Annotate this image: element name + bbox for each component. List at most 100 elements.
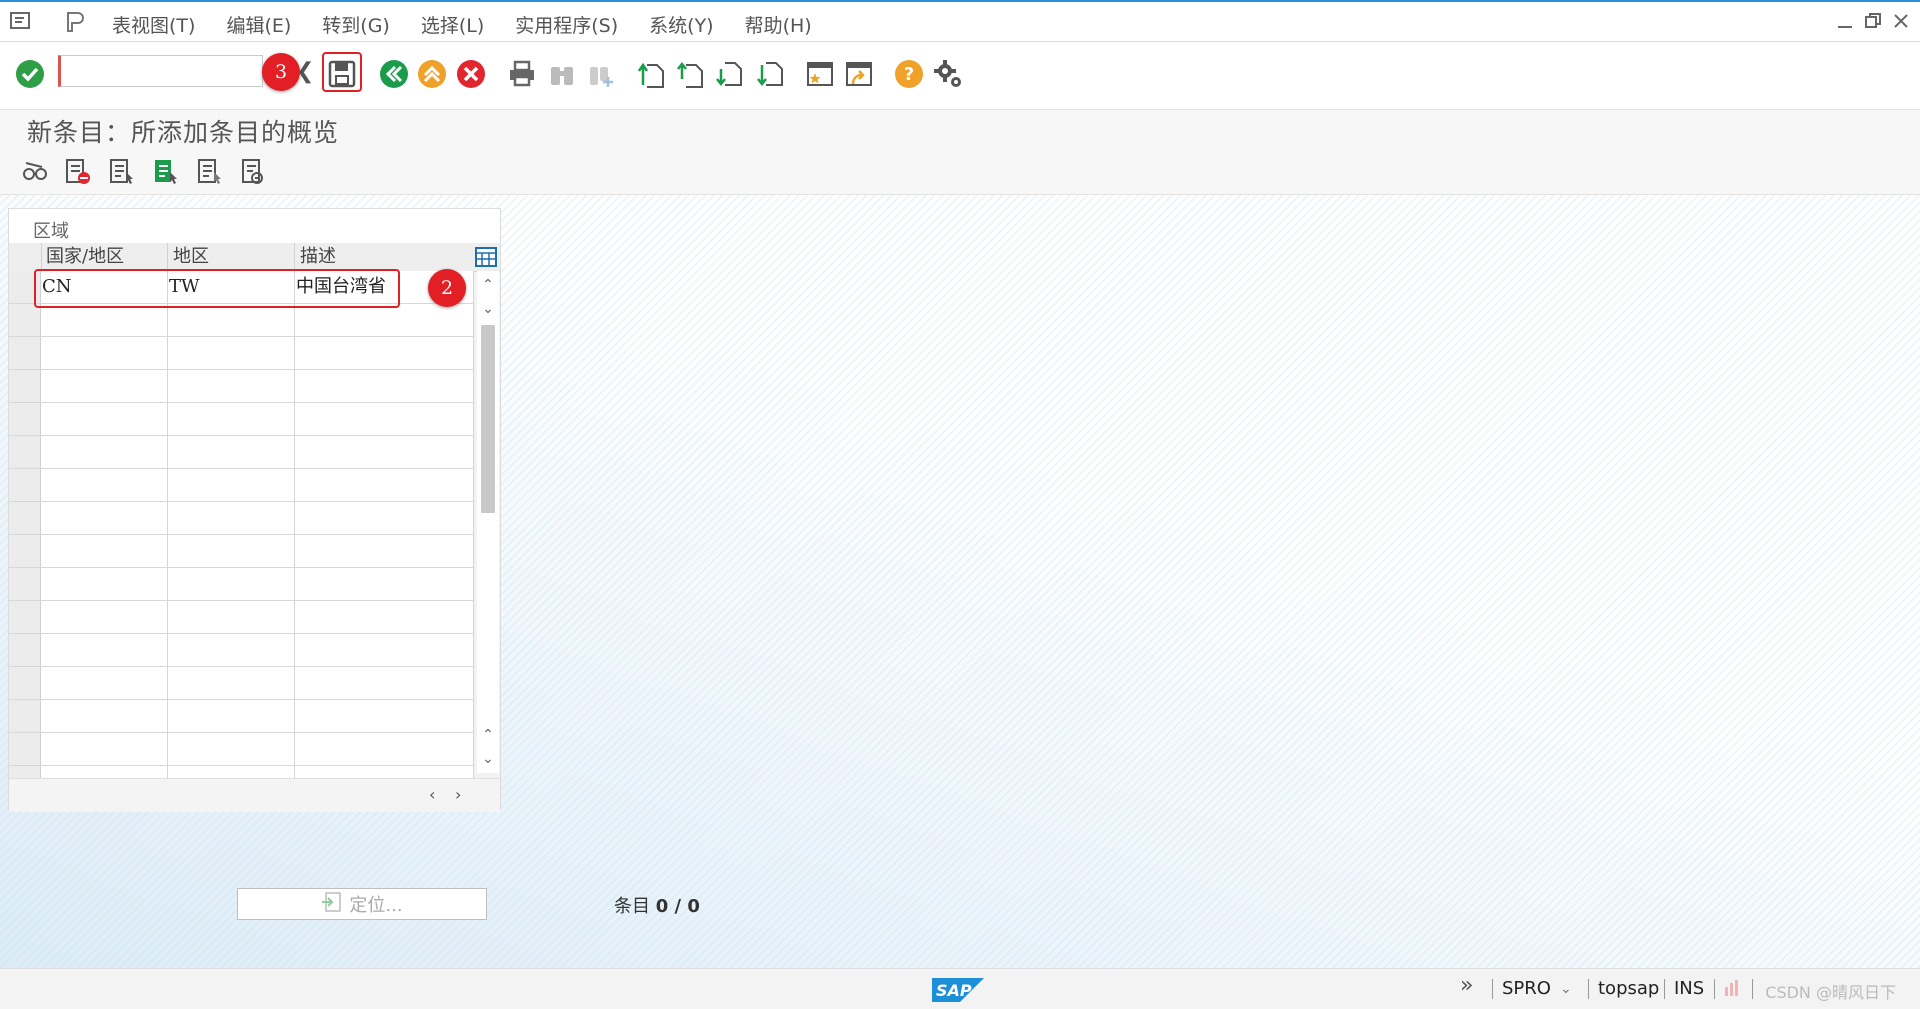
row-selector[interactable] [9,601,41,633]
insert-mode[interactable]: INS [1674,978,1704,999]
table-settings-icon[interactable] [475,246,497,268]
scroll-page-up-icon[interactable]: ⌃ [477,727,499,743]
row-selector[interactable] [9,304,41,336]
cell-description[interactable] [295,568,474,600]
row-selector[interactable] [9,667,41,699]
menu-table-view[interactable]: 表视图(T) [112,11,195,38]
menu-utilities[interactable]: 实用程序(S) [515,11,618,38]
menu-selection[interactable]: 选择(L) [421,11,484,38]
column-header-description[interactable]: 描述 [295,243,475,271]
cell-region[interactable] [168,700,295,732]
cell-region[interactable] [168,403,295,435]
scroll-left-icon[interactable]: ‹ [429,785,435,804]
last-page-icon[interactable] [753,58,785,90]
row-selector[interactable] [9,535,41,567]
next-page-icon[interactable] [714,58,746,90]
customize-layout-icon[interactable] [932,58,964,90]
scroll-down-icon[interactable]: ⌄ [477,301,499,317]
find-icon[interactable] [546,58,578,90]
cancel-icon[interactable] [455,58,487,90]
minimize-icon[interactable] [1836,12,1854,35]
display-change-icon[interactable] [20,157,50,187]
cell-country[interactable] [41,634,168,666]
help-icon[interactable]: ? [893,58,925,90]
row-selector[interactable] [9,337,41,369]
cell-region[interactable] [168,601,295,633]
cell-description[interactable] [295,403,474,435]
cell-description[interactable] [295,634,474,666]
menu-icon[interactable] [9,10,33,37]
vertical-scrollbar[interactable]: ⌃ ⌄ ⌃ ⌄ [477,271,499,773]
cell-region[interactable] [168,304,295,336]
create-session-icon[interactable] [804,58,836,90]
cell-region[interactable] [168,436,295,468]
cell-country[interactable] [41,337,168,369]
cell-country[interactable] [41,700,168,732]
first-page-icon[interactable] [636,58,668,90]
row-selector[interactable] [9,469,41,501]
cell-region[interactable] [168,733,295,765]
cell-country[interactable] [41,568,168,600]
cell-country[interactable] [41,436,168,468]
scroll-up-icon[interactable]: ⌃ [477,277,499,293]
cell-country[interactable] [41,601,168,633]
menu-system[interactable]: 系统(Y) [649,11,713,38]
cell-region[interactable] [168,667,295,699]
cell-description[interactable] [295,370,474,402]
cell-country[interactable] [41,733,168,765]
save-icon[interactable] [326,58,358,90]
menu-help[interactable]: 帮助(H) [745,11,812,38]
row-selector[interactable] [9,700,41,732]
cell-country[interactable] [41,370,168,402]
cell-description[interactable] [295,304,474,336]
column-header-country[interactable]: 国家/地区 [41,243,168,271]
enter-icon[interactable] [14,58,46,90]
row-selector[interactable] [9,733,41,765]
back-icon[interactable] [378,58,410,90]
restore-icon[interactable] [1864,12,1882,35]
row-selector[interactable] [9,370,41,402]
cell-description[interactable] [295,667,474,699]
print-icon[interactable] [506,58,538,90]
cell-description[interactable] [295,601,474,633]
column-header-region[interactable]: 地区 [168,243,295,271]
cell-region[interactable] [168,337,295,369]
menu-edit[interactable]: 编辑(E) [226,11,291,38]
shortcut-icon[interactable] [843,58,875,90]
cell-description[interactable] [295,502,474,534]
select-all-column[interactable] [9,243,42,271]
transaction-dropdown-icon[interactable]: ⌄ [1560,981,1572,997]
cell-country[interactable] [41,403,168,435]
row-selector[interactable] [9,502,41,534]
close-window-icon[interactable] [1892,12,1910,35]
cell-description[interactable] [295,337,474,369]
cell-country[interactable] [41,304,168,336]
row-selector[interactable] [9,436,41,468]
horizontal-scrollbar[interactable]: ‹ › [9,778,500,812]
select-all-icon[interactable] [107,157,137,187]
menu-goto[interactable]: 转到(G) [322,11,390,38]
scroll-thumb[interactable] [481,325,495,513]
row-selector[interactable] [9,403,41,435]
cell-description[interactable] [295,469,474,501]
scroll-page-down-icon[interactable]: ⌄ [477,751,499,767]
expand-status-icon[interactable]: » [1460,973,1473,998]
cell-country[interactable] [41,667,168,699]
row-selector[interactable] [9,634,41,666]
cell-region[interactable] [168,568,295,600]
cell-country[interactable] [41,469,168,501]
scroll-right-icon[interactable]: › [455,785,461,804]
cell-description[interactable] [295,733,474,765]
cell-region[interactable] [168,535,295,567]
cell-description[interactable] [295,436,474,468]
previous-page-icon[interactable] [675,58,707,90]
find-next-icon[interactable] [585,58,617,90]
cell-region[interactable] [168,370,295,402]
cell-description[interactable] [295,700,474,732]
print-list-icon[interactable] [239,157,269,187]
deselect-all-icon[interactable] [195,157,225,187]
exit-icon[interactable] [416,58,448,90]
locate-button[interactable]: 定位... [237,888,487,920]
select-block-icon[interactable] [151,157,181,187]
cell-region[interactable] [168,469,295,501]
